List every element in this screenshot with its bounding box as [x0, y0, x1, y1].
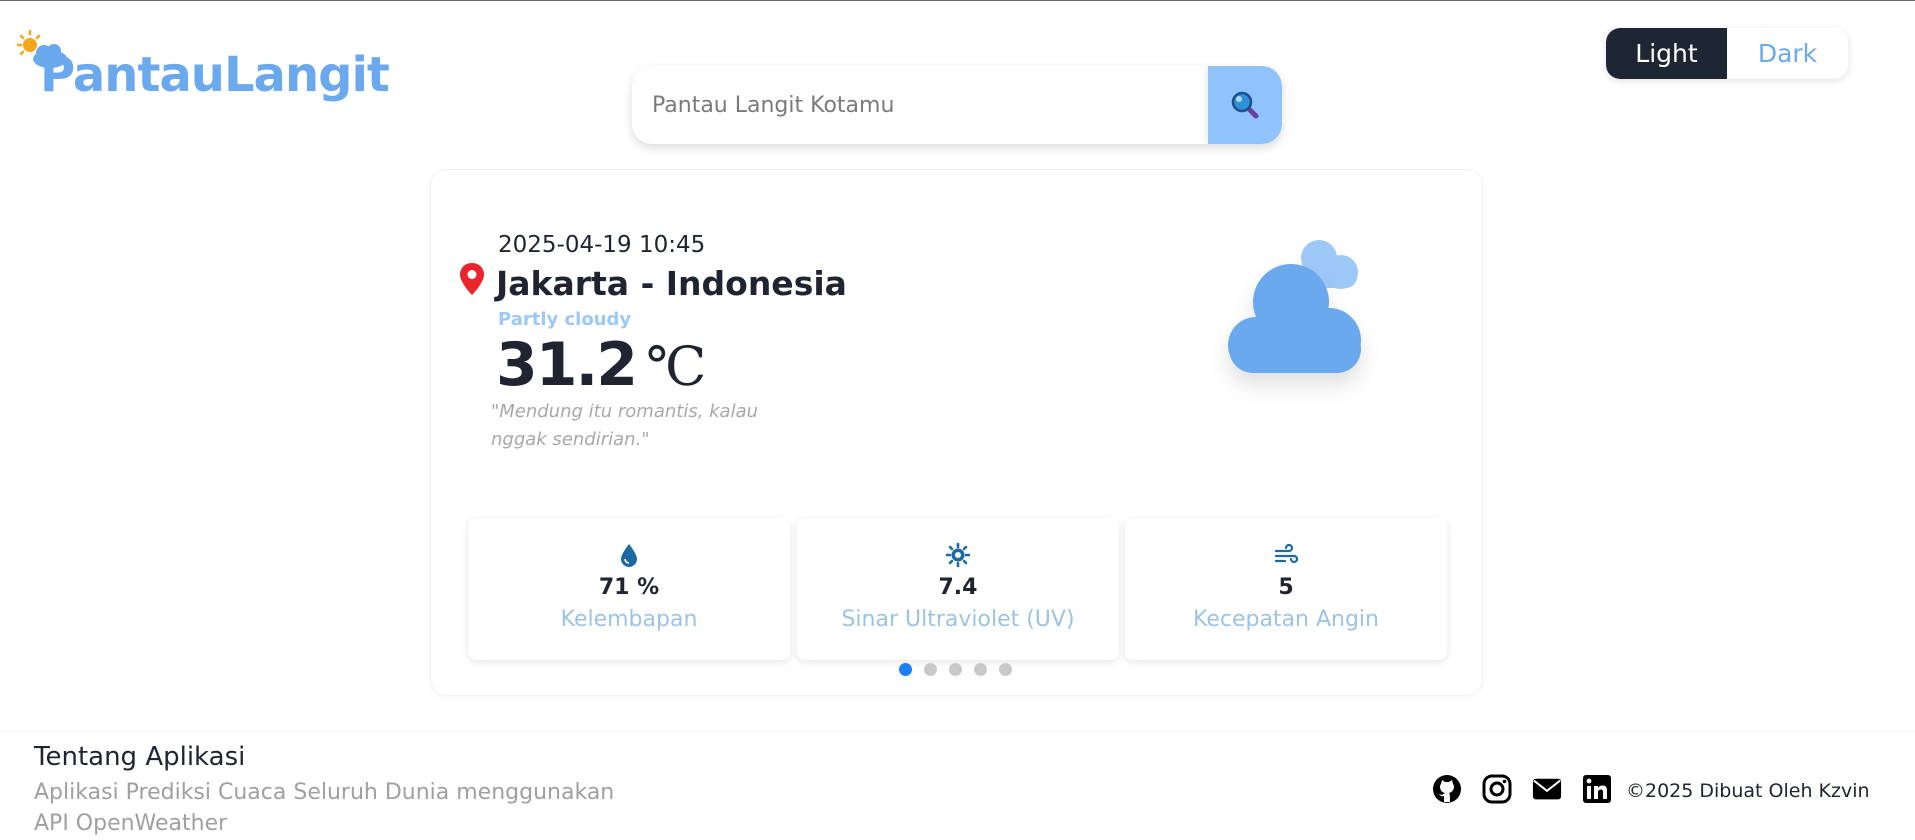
- location-pin-icon: [460, 263, 484, 295]
- carousel-dot-4[interactable]: [974, 663, 987, 676]
- logo-text: PantauLangit: [40, 47, 390, 103]
- search-input[interactable]: [632, 66, 1208, 144]
- weather-location: Jakarta - Indonesia: [496, 264, 847, 303]
- search-button[interactable]: [1208, 66, 1282, 144]
- linkedin-link[interactable]: [1582, 774, 1612, 804]
- droplet-icon: [621, 544, 637, 567]
- sun-gear-icon: [946, 542, 970, 568]
- instagram-icon: [1482, 774, 1512, 804]
- mail-icon: [1532, 778, 1562, 800]
- about-title: Tentang Aplikasi: [34, 742, 246, 772]
- weather-condition: Partly cloudy: [498, 309, 632, 330]
- stat-wind: 5 Kecepatan Angin: [1125, 518, 1447, 660]
- carousel-dot-5[interactable]: [999, 663, 1012, 676]
- cloud-icon: [1228, 240, 1361, 373]
- temperature-unit: ℃: [646, 335, 706, 398]
- github-link[interactable]: [1432, 774, 1462, 804]
- carousel-pagination: [899, 663, 1012, 676]
- wind-value: 5: [1278, 575, 1294, 600]
- stat-humidity: 71 % Kelembapan: [468, 518, 790, 660]
- app-logo[interactable]: PantauLangit: [16, 29, 390, 109]
- wind-icon: [1274, 543, 1298, 564]
- carousel-dot-2[interactable]: [924, 663, 937, 676]
- search-icon: [1231, 91, 1259, 119]
- theme-toggle: Light Dark: [1606, 28, 1848, 79]
- instagram-link[interactable]: [1482, 774, 1512, 804]
- weather-temperature: 31.2 ℃: [496, 330, 706, 400]
- humidity-value: 71 %: [598, 575, 660, 600]
- linkedin-icon: [1583, 775, 1611, 803]
- github-icon: [1433, 775, 1461, 803]
- search-bar: [632, 66, 1282, 144]
- uv-label: Sinar Ultraviolet (UV): [841, 607, 1075, 632]
- footer: Tentang Aplikasi Aplikasi Prediksi Cuaca…: [0, 731, 1915, 840]
- copyright-text: ©2025 Dibuat Oleh Kzvin: [1626, 780, 1870, 802]
- email-link[interactable]: [1532, 774, 1562, 804]
- humidity-label: Kelembapan: [560, 607, 698, 632]
- carousel-dot-3[interactable]: [949, 663, 962, 676]
- weather-card: 2025-04-19 10:45 Jakarta - Indonesia Par…: [430, 169, 1483, 696]
- social-links: [1432, 774, 1612, 804]
- weather-quote: "Mendung itu romantis, kalau nggak sendi…: [491, 401, 759, 450]
- theme-dark-button[interactable]: Dark: [1727, 28, 1848, 79]
- theme-light-button[interactable]: Light: [1606, 28, 1727, 79]
- carousel-dot-1[interactable]: [899, 663, 912, 676]
- weather-datetime: 2025-04-19 10:45: [498, 232, 706, 258]
- temperature-value: 31.2: [496, 330, 638, 400]
- about-text: Aplikasi Prediksi Cuaca Seluruh Dunia me…: [34, 780, 615, 836]
- stat-uv: 7.4 Sinar Ultraviolet (UV): [797, 518, 1119, 660]
- uv-value: 7.4: [938, 575, 978, 600]
- wind-label: Kecepatan Angin: [1192, 607, 1379, 632]
